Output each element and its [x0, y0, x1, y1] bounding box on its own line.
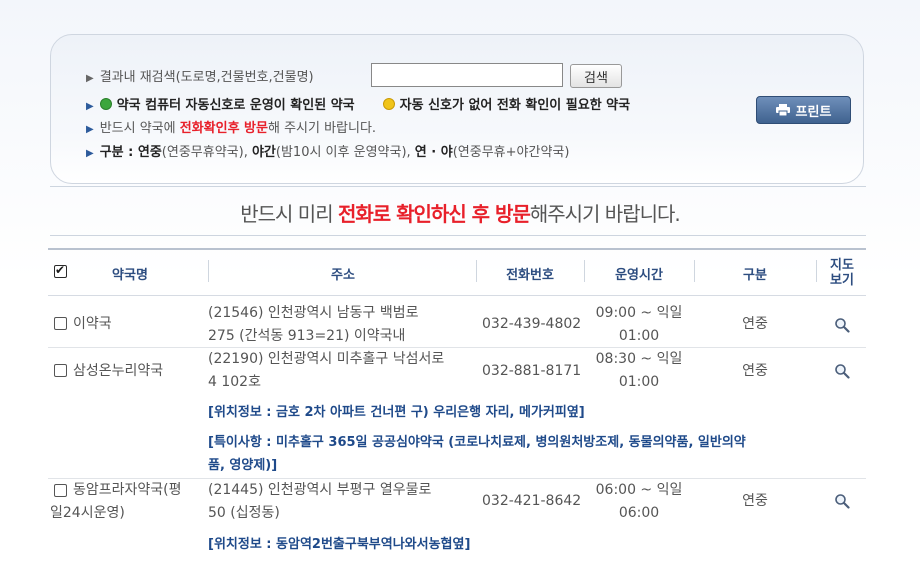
location-info: [위치정보 : 금호 2차 아파트 건너편 구) 우리은행 자리, 메가커피옆]: [208, 405, 585, 420]
pharmacy-address: (21546) 인천광역시 남동구 백범로 275 (간석동 913=21) 이…: [208, 302, 478, 348]
triangle-bullet-icon: ▶: [86, 101, 94, 112]
row-checkbox[interactable]: [54, 317, 67, 330]
print-button-label: 프린트: [795, 104, 832, 120]
pharmacy-name-line: 일24시운영): [50, 505, 125, 521]
notice-banner: 반드시 미리 전화로 확인하신 후 방문해주시기 바랍니다.: [0, 198, 920, 227]
map-magnifier-icon[interactable]: [834, 317, 850, 333]
pharmacy-hours: 08:30 ~ 익일 01:00: [586, 348, 692, 394]
green-signal-icon: [99, 98, 112, 110]
triangle-bullet-icon: ▶: [86, 73, 94, 84]
yellow-signal-icon: [382, 98, 395, 110]
printer-icon: [775, 104, 790, 116]
search-row: ▶ 결과내 재검색(도로명,건물번호,건물명): [86, 66, 314, 85]
divider: [50, 186, 866, 187]
call-notice-row: ▶ 반드시 약국에 전화확인후 방문해 주시기 바랍니다.: [86, 117, 376, 136]
select-all-checkbox[interactable]: [54, 263, 67, 278]
map-magnifier-icon[interactable]: [834, 363, 850, 379]
map-magnifier-icon[interactable]: [834, 493, 850, 509]
header-separator: [584, 260, 585, 282]
pharmacy-phone: 032-439-4802: [482, 316, 582, 332]
pharmacy-category: 연중: [742, 316, 768, 332]
header-separator: [816, 260, 817, 282]
call-notice-pre: 반드시 약국에: [99, 121, 180, 136]
notice-banner-emphasis: 전화로 확인하신 후 방문: [337, 202, 531, 226]
call-notice-post: 해 주시기 바랍니다.: [267, 121, 377, 136]
header-separator: [476, 260, 477, 282]
special-note-line: 품, 영양제)]: [208, 458, 278, 473]
special-note-line: [특이사항 : 미추홀구 365일 공공심야약국 (코로나치료제, 병의원처방조…: [208, 435, 746, 450]
address-line: (22190) 인천광역시 미추홀구 낙섬서로: [208, 351, 445, 367]
address-line: (21546) 인천광역시 남동구 백범로: [208, 305, 419, 321]
category-yeonjung: 연중: [137, 145, 162, 160]
header-phone: 전화번호: [506, 268, 554, 283]
address-line: (21445) 인천광역시 부평구 열우물로: [208, 482, 432, 498]
hours-line: 08:30 ~ 익일: [595, 351, 683, 367]
header-name: 약국명: [112, 268, 148, 283]
pharmacy-hours: 06:00 ~ 익일 06:00: [586, 479, 692, 525]
search-input[interactable]: [371, 63, 563, 87]
hours-line: 06:00 ~ 익일: [595, 482, 683, 498]
header-category: 구분: [743, 268, 767, 283]
row-checkbox[interactable]: [54, 364, 67, 377]
header-map-line1: 지도: [830, 258, 854, 273]
pharmacy-category: 연중: [742, 363, 768, 379]
triangle-bullet-icon: ▶: [86, 148, 94, 159]
category-yeonya-desc: (연중무휴+야간약국): [452, 145, 570, 160]
header-address: 주소: [331, 268, 355, 283]
special-note: [특이사항 : 미추홀구 365일 공공심야약국 (코로나치료제, 병의원처방조…: [208, 431, 864, 477]
print-button[interactable]: 프린트: [756, 96, 851, 124]
pharmacy-phone: 032-421-8642: [482, 493, 582, 509]
header-hours: 운영시간: [615, 268, 663, 283]
address-line: 50 (십정동): [208, 505, 280, 521]
address-line: 4 102호: [208, 374, 261, 390]
category-yeonjung-desc: (연중무휴약국),: [161, 145, 252, 160]
category-yeonya: 연 · 야: [414, 145, 453, 160]
pharmacy-hours: 09:00 ~ 익일 01:00: [586, 302, 692, 348]
hours-line: 06:00: [618, 505, 660, 521]
hours-line: 01:00: [618, 328, 660, 344]
header-separator: [694, 260, 695, 282]
category-yagan-desc: (밤10시 이후 운영약국),: [275, 145, 415, 160]
legend-row: ▶ 약국 컴퓨터 자동신호로 운영이 확인된 약국 자동 신호가 없어 전화 확인이…: [86, 94, 630, 113]
location-info: [위치정보 : 동암역2번출구북부역나와서농협옆]: [208, 537, 471, 552]
search-button[interactable]: 검색: [570, 64, 622, 88]
category-label: 구분 :: [99, 145, 138, 160]
hours-line: 09:00 ~ 익일: [595, 305, 683, 321]
pharmacy-phone: 032-881-8171: [482, 363, 582, 379]
pharmacy-address: (22190) 인천광역시 미추홀구 낙섬서로 4 102호: [208, 348, 480, 394]
pharmacy-category: 연중: [742, 493, 768, 509]
search-label: 결과내 재검색(도로명,건물번호,건물명): [99, 70, 314, 85]
notice-banner-post: 해주시기 바랍니다.: [529, 202, 681, 226]
hours-line: 01:00: [618, 374, 660, 390]
divider: [50, 235, 866, 236]
category-row: ▶ 구분 : 연중(연중무휴약국), 야간(밤10시 이후 운영약국), 연 · …: [86, 141, 569, 160]
header-map: 지도 보기: [818, 258, 866, 288]
pharmacy-name[interactable]: 이약국: [73, 313, 112, 336]
pharmacy-name[interactable]: 삼성온누리약국: [73, 360, 163, 383]
address-line: 275 (간석동 913=21) 이약국내: [208, 328, 406, 344]
notice-banner-pre: 반드시 미리: [240, 202, 338, 226]
pharmacy-name[interactable]: 동암프라자약국(평 일24시운영): [50, 479, 208, 525]
triangle-bullet-icon: ▶: [86, 124, 94, 135]
category-yagan: 야간: [251, 145, 276, 160]
header-separator: [208, 260, 209, 282]
legend-yellow-text: 자동 신호가 없어 전화 확인이 필요한 약국: [399, 98, 631, 113]
call-notice-emphasis: 전화확인후 방문: [179, 121, 268, 136]
legend-green-text: 약국 컴퓨터 자동신호로 운영이 확인된 약국: [116, 98, 355, 113]
pharmacy-address: (21445) 인천광역시 부평구 열우물로 50 (십정동): [208, 479, 478, 525]
pharmacy-name-line: 동암프라자약국(평: [73, 482, 182, 498]
header-map-line2: 보기: [830, 273, 854, 288]
